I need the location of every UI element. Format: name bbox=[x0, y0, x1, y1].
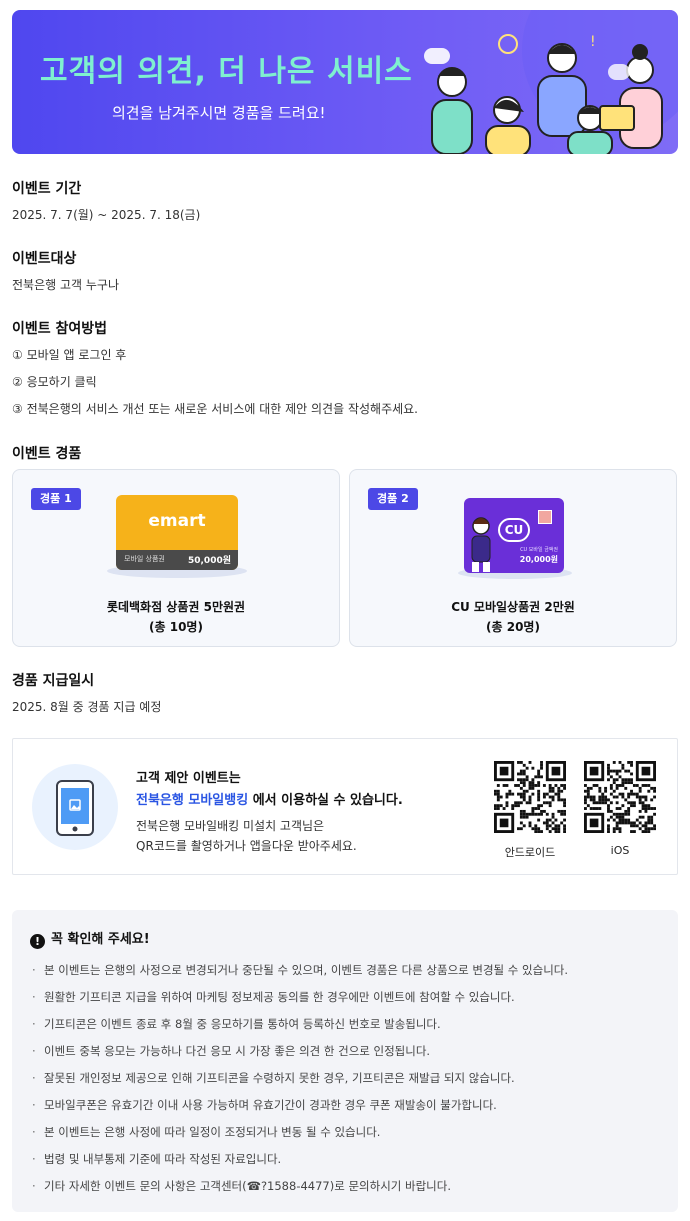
target-title: 이벤트대상 bbox=[12, 251, 77, 267]
prize-card-1: 경품 1 emart 모바일 상품권 50,000원 롯데백화점 상품권 5만원… bbox=[12, 469, 340, 647]
emart-gift-card-image: emart 모바일 상품권 50,000원 bbox=[116, 495, 238, 570]
card-brand: emart bbox=[148, 511, 206, 531]
prize-count: (총 10명) bbox=[149, 620, 203, 634]
android-qr-code[interactable] bbox=[494, 761, 566, 833]
notice-item: 기프티콘은 이벤트 종료 후 8월 중 응모하기를 통하여 등록하신 번호로 발… bbox=[32, 1016, 568, 1043]
prize-name: 롯데백화점 상품권 5만원권 bbox=[106, 600, 246, 614]
card-label: 모바일 상품권 bbox=[124, 555, 165, 563]
notice-title: 꼭 확인해 주세요! bbox=[51, 932, 150, 947]
android-label: 안드로이드 bbox=[504, 846, 556, 859]
mobile-app-box: 고객 제안 이벤트는 전북은행 모바일뱅킹 에서 이용하실 수 있습니다. 전북… bbox=[12, 738, 678, 875]
period-text: 2025. 7. 7(월) ~ 2025. 7. 18(금) bbox=[12, 208, 201, 222]
phone-icon-circle bbox=[32, 764, 118, 850]
howto-step: ① 모바일 앱 로그인 후 bbox=[12, 348, 127, 362]
notice-item: 원활한 기프티콘 지급을 위하여 마케팅 정보제공 동의를 한 경우에만 이벤트… bbox=[32, 989, 568, 1016]
howto-title: 이벤트 참여방법 bbox=[12, 321, 108, 337]
notice-item: 본 이벤트는 은행의 사정으로 변경되거나 중단될 수 있으며, 이벤트 경품은… bbox=[32, 962, 568, 989]
app-description: QR코드를 촬영하거나 앱을다운 받아주세요. bbox=[136, 839, 357, 853]
period-title: 이벤트 기간 bbox=[12, 181, 82, 197]
app-headline: 고객 제안 이벤트는 bbox=[136, 771, 241, 786]
smartphone-icon bbox=[56, 780, 94, 836]
banner-subtitle: 의견을 남겨주시면 경품을 드려요! bbox=[112, 104, 326, 122]
mobile-banking-link[interactable]: 전북은행 모바일뱅킹 bbox=[136, 793, 248, 808]
card-label: CU 모바일 금액권 bbox=[520, 547, 558, 553]
exclamation-icon: ! bbox=[30, 934, 45, 949]
target-text: 전북은행 고객 누구나 bbox=[12, 278, 119, 292]
ios-qr-code[interactable] bbox=[584, 761, 656, 833]
gift-box-icon bbox=[538, 510, 552, 524]
cu-gift-card-image: CU CU 모바일 금액권 20,000원 bbox=[464, 498, 564, 573]
notice-item: 모바일쿠폰은 유효기간 이내 사용 가능하며 유효기간이 경과한 경우 쿠폰 재… bbox=[32, 1097, 568, 1124]
event-banner: 고객의 의견, 더 나은 서비스 의견을 남겨주시면 경품을 드려요! ! bbox=[12, 10, 678, 154]
notice-item: 본 이벤트는 은행 사정에 따라 일정이 조정되거나 변동 될 수 있습니다. bbox=[32, 1124, 568, 1151]
prize-badge: 경품 2 bbox=[368, 488, 418, 510]
howto-step: ② 응모하기 클릭 bbox=[12, 375, 97, 389]
prizes-title: 이벤트 경품 bbox=[12, 446, 82, 462]
notice-list: 본 이벤트는 은행의 사정으로 변경되거나 중단될 수 있으며, 이벤트 경품은… bbox=[32, 962, 568, 1205]
card-amount: 50,000원 bbox=[187, 556, 231, 566]
howto-step: ③ 전북은행의 서비스 개선 또는 새로운 서비스에 대한 제안 의견을 작성해… bbox=[12, 402, 418, 416]
card-brand: CU bbox=[498, 518, 530, 542]
notice-item: 이벤트 중복 응모는 가능하나 다건 응모 시 가장 좋은 의견 한 건으로 인… bbox=[32, 1043, 568, 1070]
notice-heading: ! 꼭 확인해 주세요! bbox=[30, 928, 150, 949]
app-headline-2: 전북은행 모바일뱅킹 에서 이용하실 수 있습니다. bbox=[136, 789, 403, 808]
svg-text:!: ! bbox=[590, 34, 596, 50]
prize-count: (총 20명) bbox=[486, 620, 540, 634]
notice-item: 법령 및 내부통제 기준에 따라 작성된 자료입니다. bbox=[32, 1151, 568, 1178]
payout-text: 2025. 8월 중 경품 지급 예정 bbox=[12, 700, 162, 714]
ios-label: iOS bbox=[610, 844, 630, 857]
card-amount: 20,000원 bbox=[519, 555, 558, 564]
app-description: 전북은행 모바일배킹 미설치 고객님은 bbox=[136, 819, 325, 833]
prize-card-2: 경품 2 CU CU 모바일 금액권 20,000원 CU 모바일상품권 2만원… bbox=[349, 469, 677, 647]
notice-item: 기타 자세한 이벤트 문의 사항은 고객센터(☎?1588-4477)로 문의하… bbox=[32, 1178, 568, 1205]
banner-title: 고객의 의견, 더 나은 서비스 bbox=[40, 54, 413, 89]
people-illustration: ! bbox=[424, 10, 678, 154]
notice-box: ! 꼭 확인해 주세요! 본 이벤트는 은행의 사정으로 변경되거나 중단될 수 … bbox=[12, 910, 678, 1212]
cartoon-character-icon bbox=[471, 517, 491, 572]
payout-title: 경품 지급일시 bbox=[12, 673, 95, 689]
prize-name: CU 모바일상품권 2만원 bbox=[451, 600, 575, 614]
app-headline-rest: 에서 이용하실 수 있습니다. bbox=[248, 793, 403, 808]
card-strip: 모바일 상품권 50,000원 bbox=[116, 550, 238, 570]
notice-item: 잘못된 개인정보 제공으로 인해 기프티콘을 수령하지 못한 경우, 기프티콘은… bbox=[32, 1070, 568, 1097]
prize-badge: 경품 1 bbox=[31, 488, 81, 510]
